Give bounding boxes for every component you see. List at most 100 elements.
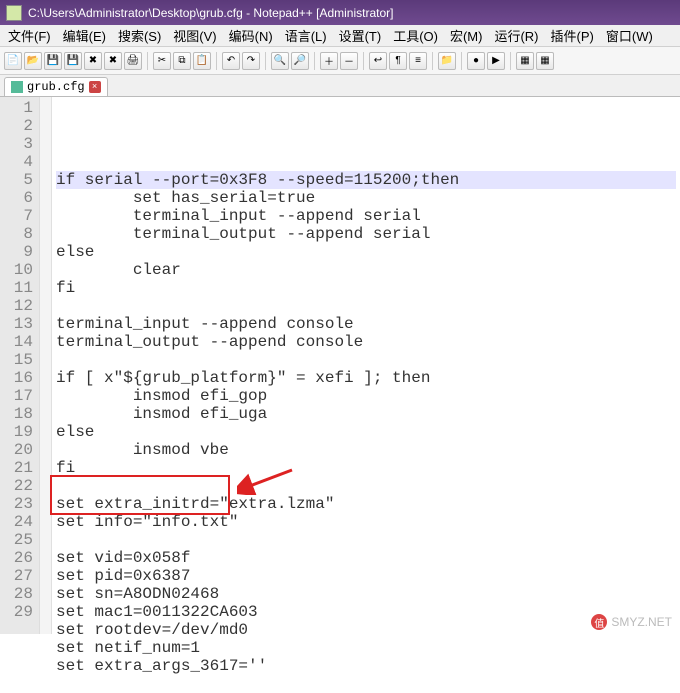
tab-bar: grub.cfg × xyxy=(0,75,680,97)
line-number: 23 xyxy=(2,495,33,513)
allchars-icon[interactable]: ¶ xyxy=(389,52,407,70)
watermark-text: SMYZ.NET xyxy=(611,615,672,629)
code-line[interactable] xyxy=(56,477,676,495)
code-line[interactable]: set sn=A8ODN02468 xyxy=(56,585,676,603)
record-icon[interactable]: ● xyxy=(467,52,485,70)
menu-item[interactable]: 工具(O) xyxy=(387,24,444,47)
menu-item[interactable]: 编码(N) xyxy=(223,24,279,47)
line-number: 2 xyxy=(2,117,33,135)
line-number: 3 xyxy=(2,135,33,153)
code-line[interactable]: set has_serial=true xyxy=(56,189,676,207)
wrap-icon[interactable]: ↩ xyxy=(369,52,387,70)
redo-icon[interactable]: ↷ xyxy=(242,52,260,70)
code-line[interactable]: fi xyxy=(56,459,676,477)
code-line[interactable]: set mac1=0011322CA603 xyxy=(56,603,676,621)
folder-icon[interactable]: 📁 xyxy=(438,52,456,70)
code-line[interactable] xyxy=(56,351,676,369)
app-icon xyxy=(6,5,22,21)
code-line[interactable]: fi xyxy=(56,279,676,297)
code-line[interactable]: set extra_args_3617='' xyxy=(56,657,676,675)
toolbar: 📄📂💾💾✖✖🖨✂⧉📋↶↷🔍🔎＋－↩¶≡📁●▶▦▦ xyxy=(0,47,680,75)
closeall-icon[interactable]: ✖ xyxy=(104,52,122,70)
zoomin-icon[interactable]: ＋ xyxy=(320,52,338,70)
code-line[interactable]: set vid=0x058f xyxy=(56,549,676,567)
code-line[interactable]: set info="info.txt" xyxy=(56,513,676,531)
play-icon[interactable]: ▶ xyxy=(487,52,505,70)
watermark: 值 SMYZ.NET xyxy=(591,614,672,630)
code-line[interactable]: set extra_initrd="extra.lzma" xyxy=(56,495,676,513)
print-icon[interactable]: 🖨 xyxy=(124,52,142,70)
open-icon[interactable]: 📂 xyxy=(24,52,42,70)
title-bar: C:\Users\Administrator\Desktop\grub.cfg … xyxy=(0,0,680,25)
menu-item[interactable]: 搜索(S) xyxy=(112,24,167,47)
find-icon[interactable]: 🔍 xyxy=(271,52,289,70)
separator xyxy=(314,52,315,70)
code-line[interactable] xyxy=(56,297,676,315)
code-line[interactable]: insmod vbe xyxy=(56,441,676,459)
code-line[interactable]: if [ x"${grub_platform}" = xefi ]; then xyxy=(56,369,676,387)
menu-item[interactable]: 运行(R) xyxy=(488,24,544,47)
code-line[interactable]: else xyxy=(56,423,676,441)
code-line[interactable] xyxy=(56,531,676,549)
code-line[interactable]: set pid=0x6387 xyxy=(56,567,676,585)
undo-icon[interactable]: ↶ xyxy=(222,52,240,70)
copy-icon[interactable]: ⧉ xyxy=(173,52,191,70)
code-line[interactable]: terminal_output --append console xyxy=(56,333,676,351)
code-line[interactable]: set netif_num=1 xyxy=(56,639,676,657)
menu-item[interactable]: 文件(F) xyxy=(2,24,57,47)
line-number: 5 xyxy=(2,171,33,189)
line-number: 14 xyxy=(2,333,33,351)
macro2-icon[interactable]: ▦ xyxy=(536,52,554,70)
line-number: 4 xyxy=(2,153,33,171)
indent-icon[interactable]: ≡ xyxy=(409,52,427,70)
tab-grub-cfg[interactable]: grub.cfg × xyxy=(4,77,108,96)
line-number: 29 xyxy=(2,603,33,621)
code-area[interactable]: if serial --port=0x3F8 --speed=115200;th… xyxy=(52,97,680,634)
line-number: 25 xyxy=(2,531,33,549)
zoomout-icon[interactable]: － xyxy=(340,52,358,70)
separator xyxy=(461,52,462,70)
code-line[interactable]: set rootdev=/dev/md0 xyxy=(56,621,676,639)
saveall-icon[interactable]: 💾 xyxy=(64,52,82,70)
line-number: 17 xyxy=(2,387,33,405)
menu-item[interactable]: 宏(M) xyxy=(444,24,489,47)
fold-column xyxy=(40,97,52,634)
line-gutter: 1234567891011121314151617181920212223242… xyxy=(0,97,40,634)
line-number: 27 xyxy=(2,567,33,585)
code-line[interactable] xyxy=(56,675,676,693)
menu-item[interactable]: 设置(T) xyxy=(333,24,388,47)
line-number: 15 xyxy=(2,351,33,369)
code-line[interactable]: terminal_output --append serial xyxy=(56,225,676,243)
menu-item[interactable]: 插件(P) xyxy=(545,24,600,47)
code-line[interactable]: terminal_input --append serial xyxy=(56,207,676,225)
editor[interactable]: 1234567891011121314151617181920212223242… xyxy=(0,97,680,634)
line-number: 7 xyxy=(2,207,33,225)
line-number: 24 xyxy=(2,513,33,531)
menu-item[interactable]: 视图(V) xyxy=(167,24,222,47)
menu-item[interactable]: 语言(L) xyxy=(279,24,333,47)
code-line[interactable]: clear xyxy=(56,261,676,279)
line-number: 9 xyxy=(2,243,33,261)
save-icon[interactable]: 💾 xyxy=(44,52,62,70)
menu-item[interactable]: 窗口(W) xyxy=(600,24,659,47)
replace-icon[interactable]: 🔎 xyxy=(291,52,309,70)
line-number: 8 xyxy=(2,225,33,243)
new-icon[interactable]: 📄 xyxy=(4,52,22,70)
menu-bar: 文件(F)编辑(E)搜索(S)视图(V)编码(N)语言(L)设置(T)工具(O)… xyxy=(0,25,680,47)
macro1-icon[interactable]: ▦ xyxy=(516,52,534,70)
menu-item[interactable]: 编辑(E) xyxy=(57,24,112,47)
separator xyxy=(510,52,511,70)
line-number: 18 xyxy=(2,405,33,423)
paste-icon[interactable]: 📋 xyxy=(193,52,211,70)
code-line[interactable]: if serial --port=0x3F8 --speed=115200;th… xyxy=(56,171,676,189)
code-line[interactable]: else xyxy=(56,243,676,261)
close-icon[interactable]: × xyxy=(89,81,101,93)
code-line[interactable]: insmod efi_gop xyxy=(56,387,676,405)
code-line[interactable]: terminal_input --append console xyxy=(56,315,676,333)
line-number: 12 xyxy=(2,297,33,315)
code-line[interactable]: insmod efi_uga xyxy=(56,405,676,423)
line-number: 19 xyxy=(2,423,33,441)
cut-icon[interactable]: ✂ xyxy=(153,52,171,70)
close-icon[interactable]: ✖ xyxy=(84,52,102,70)
line-number: 6 xyxy=(2,189,33,207)
